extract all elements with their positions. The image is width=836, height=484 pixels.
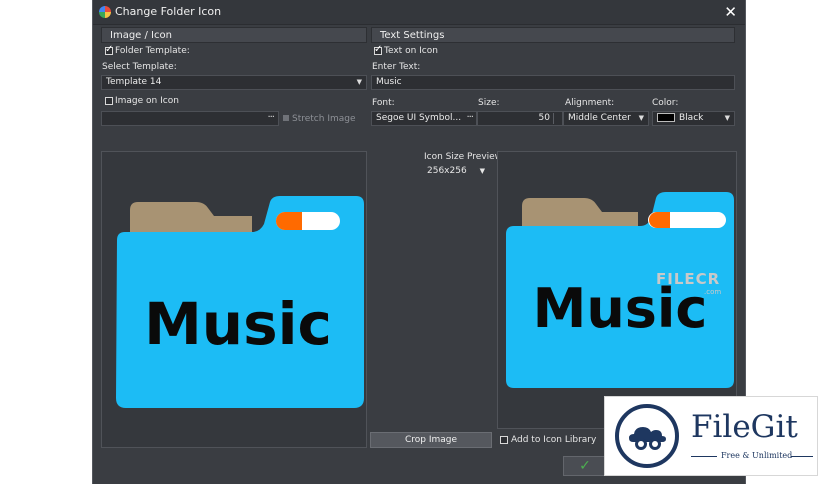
icon-preview-panel: Music [497,151,737,429]
image-on-icon-label: Image on Icon [115,96,179,106]
stepper-arrows-icon[interactable] [553,113,560,124]
text-on-icon-label: Text on Icon [384,46,438,56]
color-swatch [657,113,675,122]
select-template-label: Select Template: [102,62,177,72]
stretch-image-label: Stretch Image [292,114,356,124]
size-label: Size: [478,98,500,108]
folder-template-checkbox[interactable] [105,44,113,55]
checkmark-icon: ✓ [579,458,591,474]
image-icon-header: Image / Icon [101,27,367,43]
folder-template-label: Folder Template: [115,46,190,56]
add-to-library-checkbox[interactable] [500,436,508,444]
color-label: Color: [652,98,679,108]
chevron-down-icon: ▼ [356,78,362,86]
stretch-image-option[interactable]: Stretch Image [283,114,356,124]
alignment-select[interactable]: Middle Center ▼ [563,111,649,126]
app-icon [99,6,111,18]
music-folder-icon-preview: Music [506,192,734,388]
template-value: Template 14 [106,77,162,87]
filecr-watermark: FILECR [656,270,721,288]
close-icon[interactable]: ✕ [724,3,737,21]
text-value: Music [376,77,402,87]
icon-size-label: Icon Size Preview: [424,152,505,162]
tagline-rule-left [691,456,717,457]
filecr-suffix: .com [704,288,722,296]
font-value: Segoe UI Symbol... [376,113,462,123]
color-select[interactable]: Black ▼ [652,111,735,126]
text-settings-header: Text Settings [371,27,735,43]
image-on-icon-checkbox[interactable] [105,97,113,105]
icon-size-select[interactable]: 256x256 ▼ [427,166,485,176]
chevron-down-icon: ▼ [638,114,644,122]
font-label: Font: [372,98,395,108]
alignment-value: Middle Center [568,113,631,123]
music-folder-icon-large: Music [116,196,364,408]
ellipsis-icon[interactable]: ··· [466,112,473,124]
template-select[interactable]: Template 14 ▼ [101,75,367,90]
filegit-name: FileGit [691,409,798,445]
font-select[interactable]: Segoe UI Symbol... ··· [371,111,477,126]
add-to-library-label: Add to Icon Library [511,435,597,445]
ok-button[interactable]: ✓ [563,456,607,476]
alignment-label: Alignment: [565,98,615,108]
tagline-rule-right [791,456,813,457]
crop-image-button[interactable]: Crop Image [370,432,492,448]
window-title: Change Folder Icon [115,5,222,18]
folder-text-large: Music [144,290,332,358]
source-image-panel: Music [101,151,367,448]
ellipsis-icon[interactable]: ··· [267,112,274,124]
size-value: 50 [538,113,550,123]
checkbox-icon [283,115,289,121]
enter-text-input[interactable]: Music [371,75,735,90]
image-path-input[interactable]: ··· [101,111,279,126]
size-stepper[interactable]: 50 [477,111,563,126]
filegit-cloud-logo [615,404,679,468]
chevron-down-icon: ▼ [724,114,730,122]
title-bar: Change Folder Icon ✕ [93,0,745,25]
chevron-down-icon: ▼ [479,167,485,175]
enter-text-label: Enter Text: [372,62,421,72]
filegit-logo: FileGit Free & Unlimited [604,396,818,476]
filegit-tagline: Free & Unlimited [721,451,793,460]
color-value: Black [679,113,704,123]
icon-size-value: 256x256 [427,166,467,176]
text-on-icon-checkbox[interactable] [374,44,382,55]
